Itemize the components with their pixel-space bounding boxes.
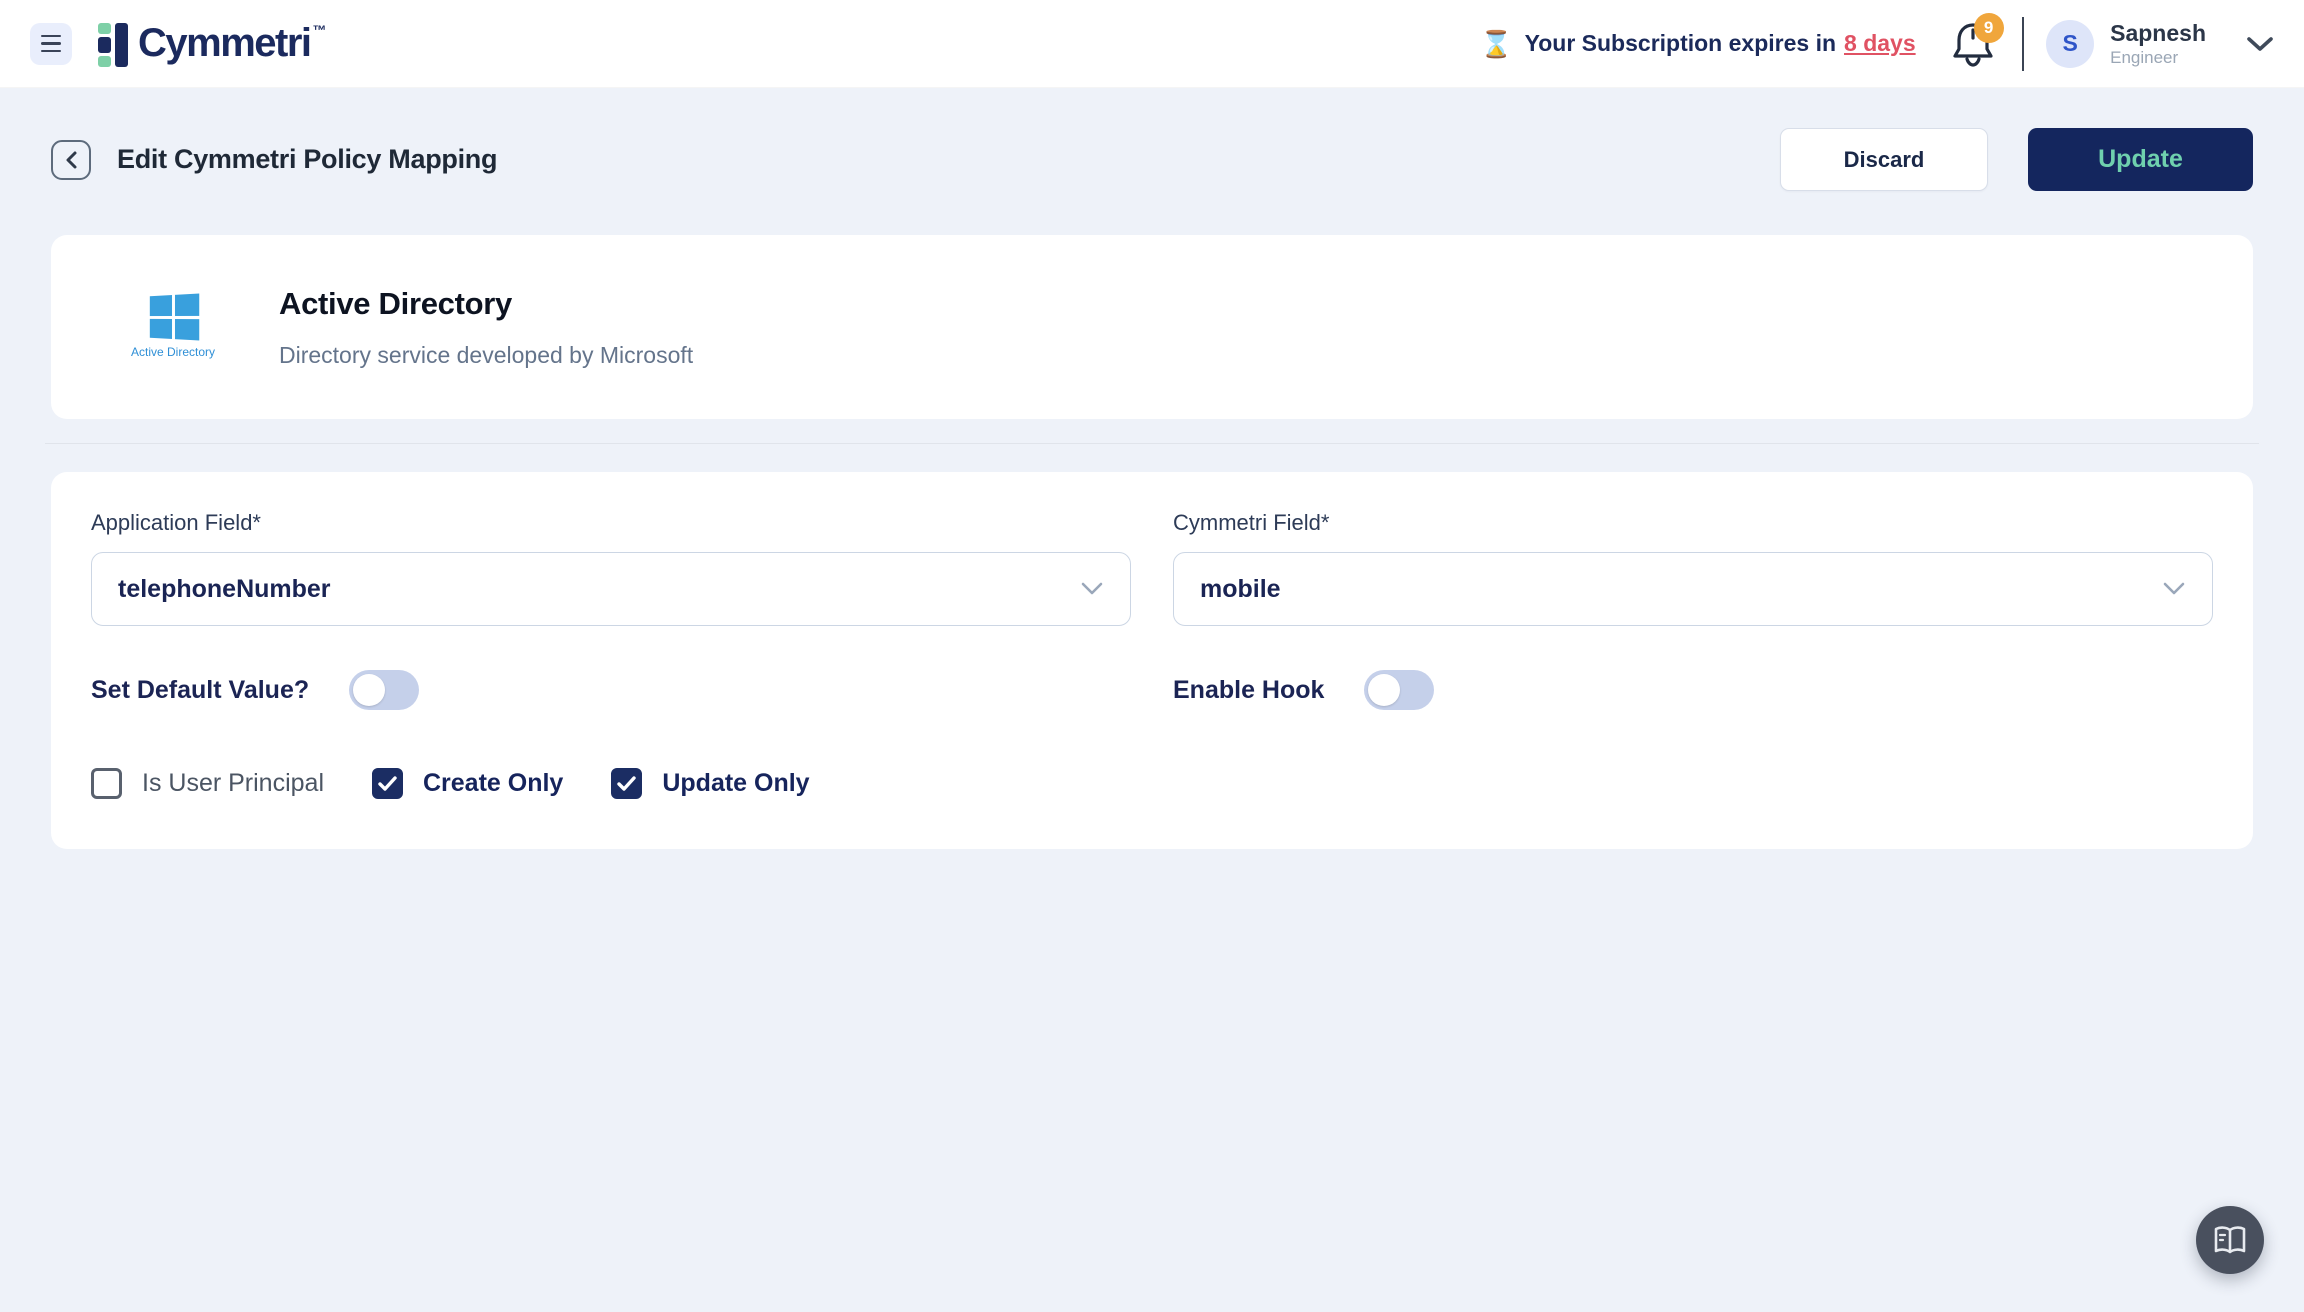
update-only-label: Update Only: [662, 769, 809, 798]
section-divider: [45, 443, 2259, 444]
checkbox-checked-icon: [611, 768, 642, 799]
topbar-divider: [2022, 17, 2025, 71]
logo-wordmark: Cymmetri: [138, 21, 311, 65]
application-field-select[interactable]: telephoneNumber: [91, 552, 1131, 626]
logo-trademark: ™: [313, 21, 327, 39]
chevron-left-icon: [63, 150, 79, 170]
documentation-fab-button[interactable]: [2196, 1206, 2264, 1274]
subscription-text: Your Subscription expires in: [1525, 30, 1836, 57]
user-role: Engineer: [2110, 48, 2206, 68]
subscription-expiry-notice: ⌛ Your Subscription expires in 8 days: [1480, 30, 1915, 57]
checkbox-checked-icon: [372, 768, 403, 799]
create-only-label: Create Only: [423, 769, 563, 798]
user-name: Sapnesh: [2110, 20, 2206, 46]
logo-mark-icon: [98, 23, 128, 67]
avatar: S: [2046, 20, 2094, 68]
cymmetri-field-group: Cymmetri Field* mobile: [1173, 510, 2213, 626]
create-only-checkbox[interactable]: Create Only: [372, 768, 563, 799]
set-default-value-toggle[interactable]: [349, 670, 419, 710]
app-logo[interactable]: Cymmetri ™: [98, 21, 327, 67]
set-default-value-group: Set Default Value?: [91, 670, 1131, 710]
is-user-principal-checkbox[interactable]: Is User Principal: [91, 768, 324, 799]
discard-button[interactable]: Discard: [1780, 128, 1988, 191]
active-directory-logo-icon: Active Directory: [125, 295, 221, 359]
page-header: Edit Cymmetri Policy Mapping Discard Upd…: [51, 128, 2253, 191]
cymmetri-field-label: Cymmetri Field*: [1173, 510, 2213, 536]
enable-hook-toggle[interactable]: [1364, 670, 1434, 710]
page-title: Edit Cymmetri Policy Mapping: [117, 144, 497, 175]
application-field-label: Application Field*: [91, 510, 1131, 536]
hamburger-menu-icon[interactable]: [30, 23, 72, 65]
enable-hook-group: Enable Hook: [1173, 670, 2213, 710]
enable-hook-label: Enable Hook: [1173, 676, 1324, 705]
application-title: Active Directory: [279, 286, 693, 322]
back-button[interactable]: [51, 140, 91, 180]
is-user-principal-label: Is User Principal: [142, 769, 324, 798]
open-book-icon: [2213, 1225, 2247, 1255]
application-card: Active Directory Active Directory Direct…: [51, 235, 2253, 419]
subscription-days-link[interactable]: 8 days: [1844, 30, 1916, 57]
update-only-checkbox[interactable]: Update Only: [611, 768, 809, 799]
checkbox-unchecked-icon: [91, 768, 122, 799]
chevron-down-icon: [2162, 581, 2186, 597]
update-button[interactable]: Update: [2028, 128, 2253, 191]
topbar: Cymmetri ™ ⌛ Your Subscription expires i…: [0, 0, 2304, 88]
cymmetri-field-value: mobile: [1200, 575, 1281, 604]
active-directory-logo-caption: Active Directory: [131, 345, 215, 359]
notification-badge: 9: [1974, 13, 2004, 43]
chevron-down-icon: [1080, 581, 1104, 597]
application-field-group: Application Field* telephoneNumber: [91, 510, 1131, 626]
application-subtitle: Directory service developed by Microsoft: [279, 342, 693, 369]
user-menu[interactable]: S Sapnesh Engineer: [2046, 20, 2274, 68]
hourglass-icon: ⌛: [1480, 31, 1512, 57]
set-default-value-label: Set Default Value?: [91, 676, 309, 705]
chevron-down-icon: [2246, 35, 2274, 53]
mapping-form-card: Application Field* telephoneNumber Cymme…: [51, 472, 2253, 849]
notifications-button[interactable]: 9: [1950, 19, 1996, 69]
application-field-value: telephoneNumber: [118, 575, 331, 604]
cymmetri-field-select[interactable]: mobile: [1173, 552, 2213, 626]
